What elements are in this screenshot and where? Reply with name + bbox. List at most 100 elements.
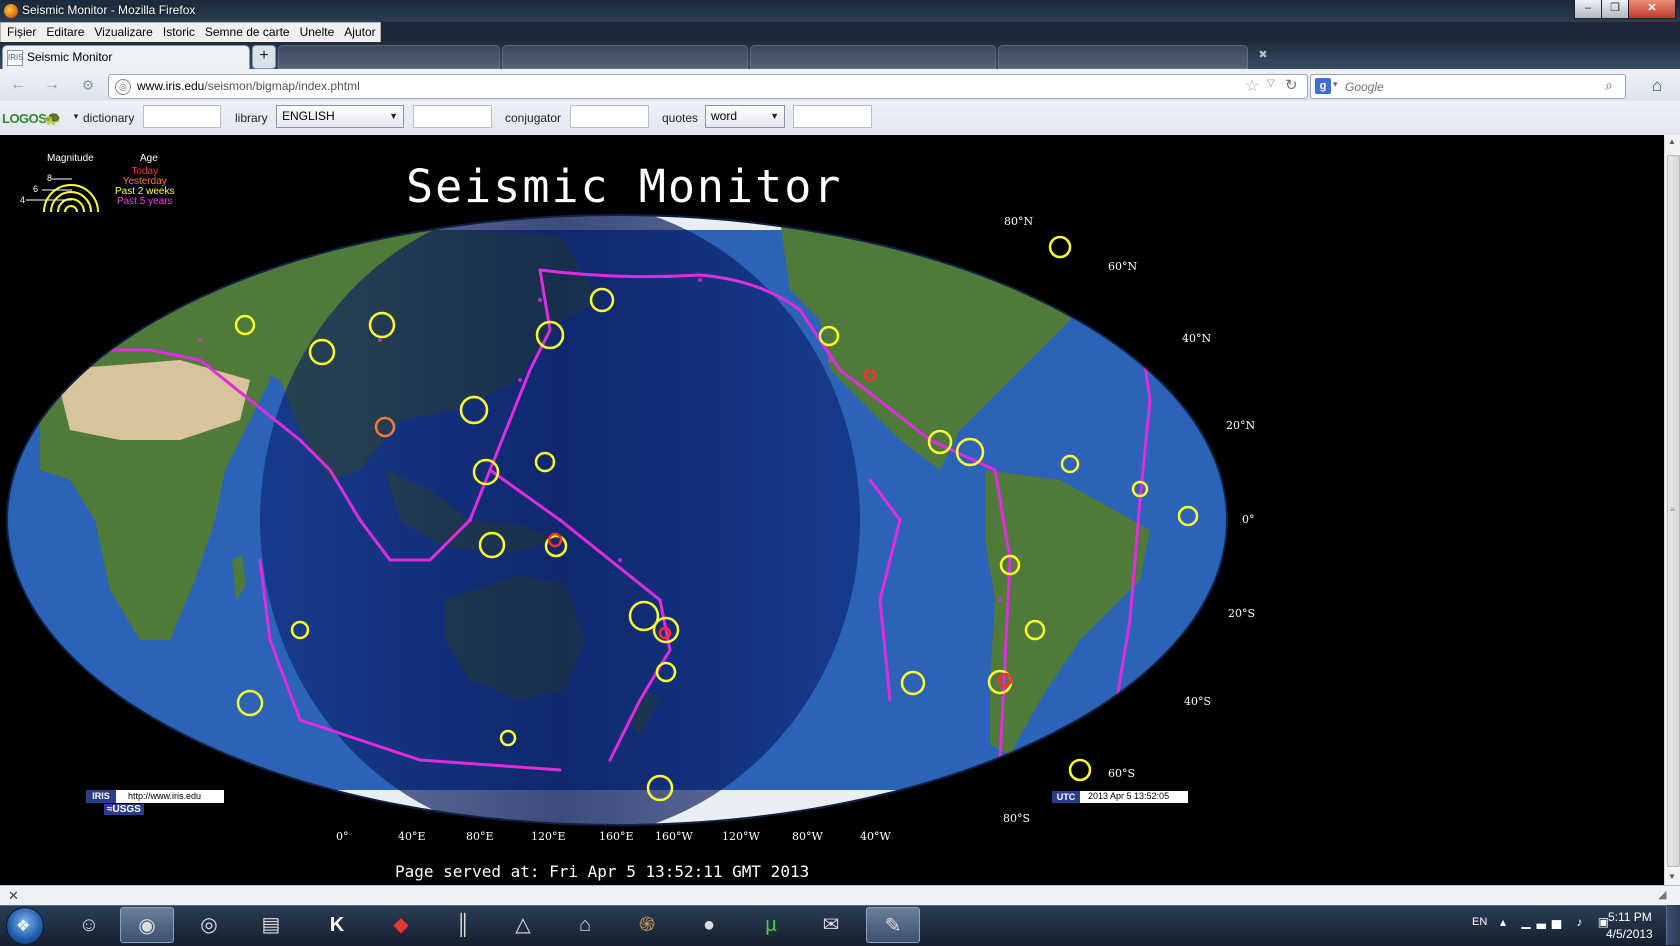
quake-marker[interactable] (1048, 235, 1072, 259)
forward-arrow-icon[interactable]: → (42, 75, 62, 95)
lon-label: 80°E (466, 830, 494, 843)
close-button[interactable]: ✕ (1628, 0, 1676, 19)
conjugator-label: conjugator (505, 111, 562, 125)
usgs-logo[interactable]: ≈USGS (104, 804, 144, 815)
tab-background[interactable] (278, 45, 500, 69)
back-arrow-icon[interactable]: ← (8, 75, 28, 95)
legend-age-list: Today Yesterday Past 2 weeks Past 5 year… (115, 167, 174, 207)
messenger-icon[interactable]: ☺ (62, 907, 116, 943)
legend-age-5years: Past 5 years (116, 196, 173, 207)
tab-list-close-icon[interactable]: ✖ (1252, 48, 1274, 66)
menu-file[interactable]: Fișier (1, 23, 40, 42)
page-content (0, 135, 1664, 885)
quake-marker[interactable] (1068, 758, 1092, 782)
quotes-input[interactable] (793, 105, 872, 128)
window-titlebar[interactable]: Seismic Monitor - Mozilla Firefox (0, 0, 1680, 22)
maximize-button[interactable]: ❐ (1601, 0, 1629, 19)
home-icon[interactable]: ⌂ (1652, 76, 1662, 96)
scroll-down-arrow-icon[interactable]: ▼ (1668, 872, 1676, 881)
dvd-icon[interactable]: ● (682, 907, 736, 943)
engine-dropdown-icon[interactable]: ▾ (1333, 79, 1338, 90)
reload-icon[interactable]: ↻ (1285, 76, 1298, 94)
search-icon[interactable]: ⌕ (1605, 77, 1613, 94)
lat-label: 40°S (1184, 695, 1212, 708)
history-dropdown-icon[interactable]: ▽ (1267, 78, 1275, 89)
windows-logo-icon: ❖ (16, 918, 31, 935)
site-identity-icon[interactable]: ⚙ (78, 75, 98, 95)
quotes-value: word (711, 109, 738, 123)
library-input[interactable] (413, 105, 492, 128)
menu-bookmarks[interactable]: Semne de carte (199, 23, 294, 42)
tab-background[interactable] (998, 45, 1248, 69)
search-bar[interactable]: g ▾ ⌕ (1310, 74, 1626, 99)
language-indicator[interactable]: EN (1472, 916, 1487, 928)
show-desktop-button[interactable] (1666, 905, 1680, 945)
lat-label: 80°S (1003, 812, 1031, 825)
legend-age-heading: Age (140, 153, 158, 164)
acrobat-icon[interactable]: ▤ (244, 907, 298, 943)
menu-view[interactable]: Vizualizare (88, 23, 156, 42)
tab-background[interactable] (502, 45, 748, 69)
utc-label: UTC (1052, 791, 1080, 803)
clock-date[interactable]: 4/5/2013 (1606, 927, 1653, 941)
minimize-button[interactable]: – (1574, 0, 1602, 19)
mail-icon[interactable]: ✉ (804, 907, 858, 943)
book-icon[interactable]: ◆ (374, 907, 428, 943)
lon-label: 120°E (531, 830, 566, 843)
system-tray[interactable]: ▴ ▁▃▅ ♪ ▣ (1500, 915, 1615, 929)
tab-seismic-monitor[interactable]: IRIS Seismic Monitor (2, 45, 250, 69)
google-engine-icon[interactable]: g (1315, 78, 1331, 94)
paint-icon[interactable]: ✎ (866, 907, 920, 943)
chevron-down-icon: ▼ (389, 111, 398, 121)
logos-logo[interactable]: LOGOS (2, 111, 47, 126)
vertical-scrollbar[interactable]: ▲ ≡ ▼ (1664, 135, 1680, 885)
lat-label: 80°N (1004, 215, 1034, 228)
firefox-icon[interactable]: ◉ (120, 907, 174, 943)
menu-help[interactable]: Ajutor (338, 23, 379, 42)
lat-label: 60°N (1108, 260, 1138, 273)
clock-time[interactable]: 5:11 PM (1608, 910, 1652, 924)
conjugator-input[interactable] (570, 105, 649, 128)
url-text[interactable]: www.iris.edu/seismon/bigmap/index.phtml (137, 79, 360, 93)
bookmark-star-icon[interactable]: ☆ (1245, 76, 1259, 96)
new-tab-button[interactable]: + (252, 45, 276, 69)
library-icon[interactable]: ║ (436, 907, 490, 943)
dictionary-label: dictionary (83, 111, 135, 125)
window-title: Seismic Monitor - Mozilla Firefox (22, 3, 196, 17)
lon-label: 40°E (398, 830, 426, 843)
start-button[interactable]: ❖ (6, 907, 44, 945)
quotes-label: quotes (662, 111, 699, 125)
inkscape-icon[interactable]: △ (496, 907, 550, 943)
chrome-icon[interactable]: ◎ (182, 907, 236, 943)
chevron-down-icon: ▼ (770, 111, 779, 121)
tab-background[interactable] (750, 45, 996, 69)
k-icon[interactable]: K (310, 907, 364, 943)
resize-grip-icon[interactable]: ◢ (1658, 888, 1666, 901)
firefox-icon (4, 4, 18, 18)
swirl-icon[interactable]: ֍ (620, 907, 674, 943)
search-input[interactable] (1343, 77, 1597, 96)
close-icon[interactable]: ✕ (8, 888, 19, 904)
utorrent-icon[interactable]: µ (744, 907, 798, 943)
lon-label: 0° (336, 830, 349, 843)
quotes-select[interactable]: word ▼ (705, 105, 785, 128)
lon-label: 160°E (599, 830, 634, 843)
scroll-up-arrow-icon[interactable]: ▲ (1668, 137, 1676, 146)
iris-logo[interactable]: IRIS (86, 790, 116, 803)
turtle-icon[interactable]: 🐢 (44, 110, 61, 127)
lon-label: 160°W (655, 830, 693, 843)
menu-tools[interactable]: Unelte (294, 23, 339, 42)
logos-dropdown-icon[interactable]: ▼ (72, 112, 80, 121)
menubar: Fișier Editare Vizualizare Istoric Semne… (0, 22, 381, 43)
lat-label: 40°N (1182, 332, 1212, 345)
bank-icon[interactable]: ⌂ (558, 907, 612, 943)
iris-link[interactable]: http://www.iris.edu (128, 791, 201, 801)
url-bar[interactable]: ◎ www.iris.edu/seismon/bigmap/index.phtm… (108, 74, 1308, 99)
lat-label: 20°S (1228, 607, 1256, 620)
menu-edit[interactable]: Editare (40, 23, 88, 42)
menu-history[interactable]: Istoric (157, 23, 199, 42)
dictionary-input[interactable] (143, 105, 221, 128)
library-select[interactable]: ENGLISH ▼ (276, 105, 404, 128)
page-served-timestamp: Page served at: Fri Apr 5 13:52:11 GMT 2… (395, 862, 810, 881)
legend-magnitude-6: 6 (33, 184, 39, 194)
